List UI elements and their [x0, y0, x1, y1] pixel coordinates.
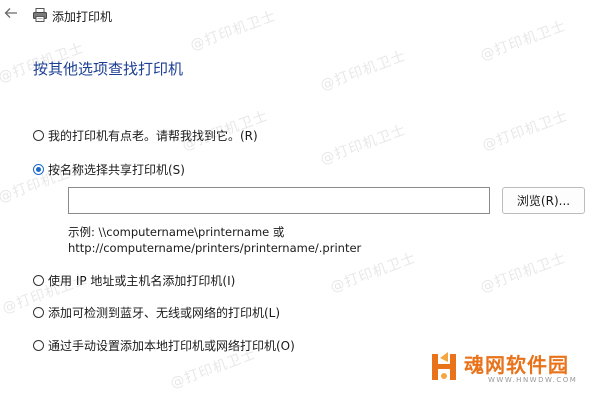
window-title: 添加打印机: [52, 10, 113, 24]
example-text-line-1: 示例: \\computername\printername 或: [68, 225, 285, 239]
printer-name-input[interactable]: [68, 187, 490, 214]
logo-url: WWW.HNWDW.COM: [488, 376, 578, 384]
radio-option-ip-address[interactable]: 使用 IP 地址或主机名添加打印机(I): [33, 271, 235, 289]
option-label: 使用 IP 地址或主机名添加打印机(I): [48, 273, 236, 288]
logo-text: 魂网软件园: [464, 353, 569, 377]
radio-option-bluetooth-wireless[interactable]: 添加可检测到蓝牙、无线或网络的打印机(L): [33, 303, 280, 321]
watermark: @打印机卫士: [480, 108, 571, 154]
radio-option-manual-setup[interactable]: 通过手动设置添加本地打印机或网络打印机(O): [33, 336, 295, 354]
radio-button[interactable]: [33, 274, 44, 286]
watermark: @打印机卫士: [478, 250, 569, 296]
site-logo: 魂网软件园 WWW.HNWDW.COM: [430, 348, 594, 388]
back-arrow-icon[interactable]: [2, 6, 20, 24]
browse-button[interactable]: 浏览(R)...: [502, 187, 585, 214]
option-label: 添加可检测到蓝牙、无线或网络的打印机(L): [48, 305, 281, 320]
radio-option-old-printer[interactable]: 我的打印机有点老。请帮我找到它。(R): [33, 126, 258, 144]
example-text-line-2: http://computername/printers/printername…: [68, 241, 362, 255]
option-label: 按名称选择共享打印机(S): [48, 162, 185, 177]
logo-mark-icon: [432, 352, 456, 380]
option-label: 通过手动设置添加本地打印机或网络打印机(O): [48, 338, 295, 353]
radio-button[interactable]: [33, 306, 44, 318]
page-heading: 按其他选项查找打印机: [33, 60, 184, 78]
radio-button-selected[interactable]: [33, 163, 44, 175]
radio-button[interactable]: [33, 339, 44, 351]
option-label: 我的打印机有点老。请帮我找到它。(R): [48, 128, 258, 143]
radio-button[interactable]: [33, 129, 44, 141]
printer-icon: [32, 7, 48, 23]
title-bar: 添加打印机: [0, 0, 600, 30]
radio-option-shared-printer[interactable]: 按名称选择共享打印机(S): [33, 160, 185, 178]
watermark: @打印机卫士: [318, 48, 409, 94]
watermark: @打印机卫士: [318, 122, 409, 168]
